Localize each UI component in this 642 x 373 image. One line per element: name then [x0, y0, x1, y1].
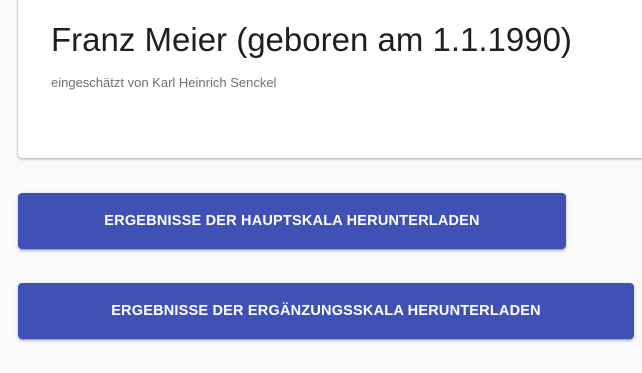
page: Franz Meier (geboren am 1.1.1990) einges… — [0, 0, 642, 373]
person-card: Franz Meier (geboren am 1.1.1990) einges… — [18, 0, 642, 158]
download-main-scale-button[interactable]: ERGEBNISSE DER HAUPTSKALA HERUNTERLADEN — [18, 193, 566, 249]
assessor-subtitle: eingeschätzt von Karl Heinrich Senckel — [51, 75, 277, 90]
person-title: Franz Meier (geboren am 1.1.1990) — [51, 21, 572, 58]
download-supplementary-scale-button[interactable]: ERGEBNISSE DER ERGÄNZUNGSSKALA HERUNTERL… — [18, 283, 634, 339]
